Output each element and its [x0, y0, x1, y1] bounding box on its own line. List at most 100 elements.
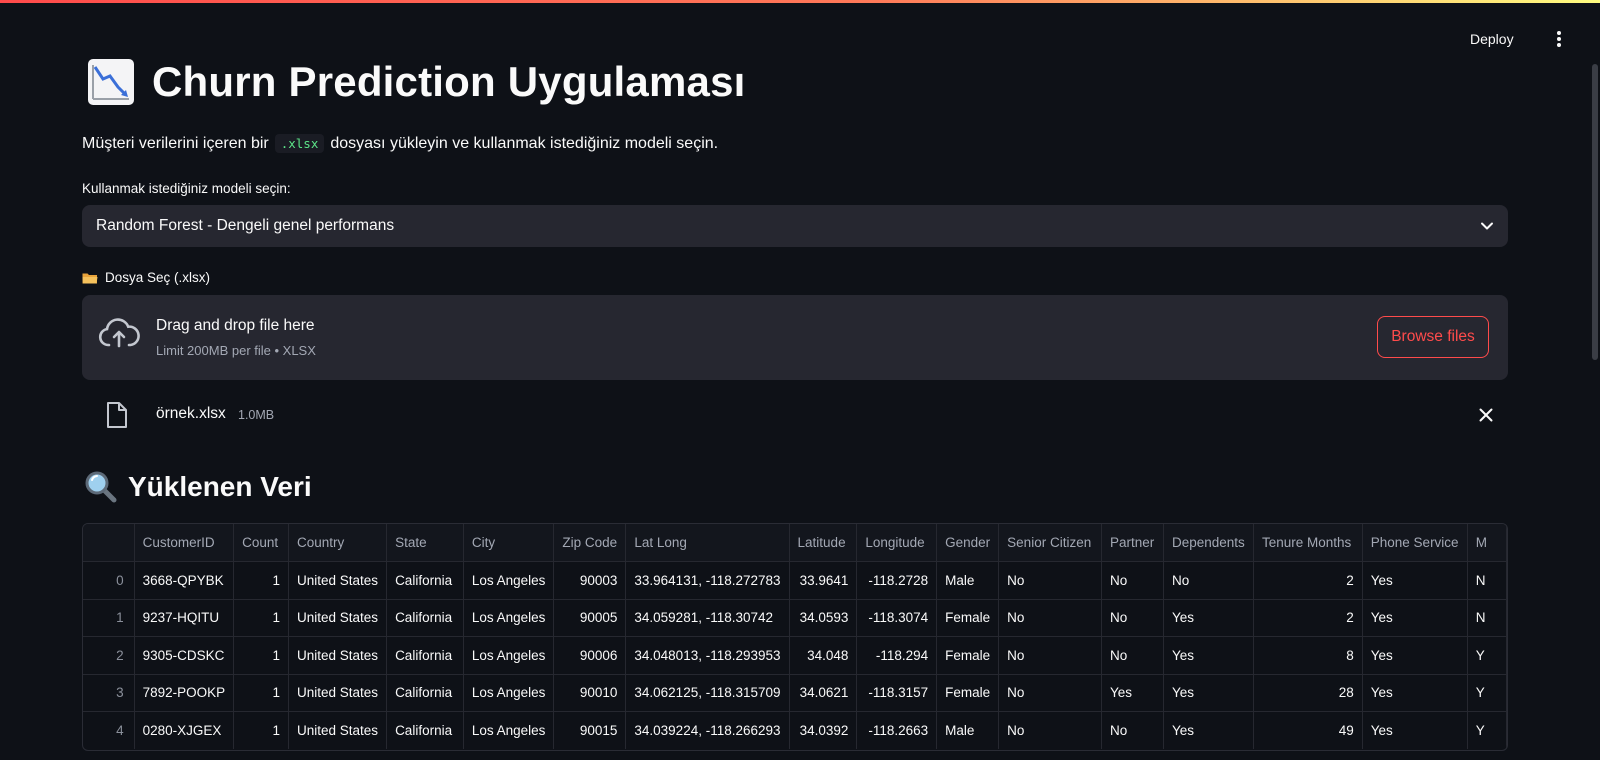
kebab-menu-icon[interactable]	[1549, 28, 1569, 50]
table-cell[interactable]: Yes	[1362, 674, 1468, 712]
row-index[interactable]: 0	[83, 561, 135, 600]
table-column-header[interactable]: Phone Service	[1362, 524, 1468, 562]
table-cell[interactable]: 34.048	[789, 636, 858, 675]
table-cell[interactable]: United States	[288, 599, 388, 637]
table-cell[interactable]: 9237-HQITU	[134, 599, 235, 637]
table-cell[interactable]: 1	[233, 599, 290, 637]
model-select[interactable]: Random Forest - Dengeli genel performans	[82, 205, 1508, 247]
table-cell[interactable]: Y	[1467, 636, 1507, 675]
table-cell[interactable]: No	[998, 599, 1103, 637]
table-cell[interactable]: 90003	[553, 561, 627, 600]
table-cell[interactable]: Yes	[1163, 599, 1254, 637]
table-cell[interactable]: 1	[233, 711, 290, 749]
table-cell[interactable]: No	[1163, 561, 1254, 600]
table-cell[interactable]: California	[386, 674, 464, 712]
table-cell[interactable]: 34.059281, -118.30742	[625, 599, 790, 637]
table-cell[interactable]: -118.3074	[856, 599, 938, 637]
table-cell[interactable]: No	[998, 561, 1103, 600]
table-cell[interactable]: United States	[288, 561, 388, 600]
table-column-header[interactable]: Count	[233, 524, 290, 562]
table-cell[interactable]: -118.3157	[856, 674, 938, 712]
table-column-header[interactable]: Dependents	[1163, 524, 1254, 562]
table-cell[interactable]: Male	[936, 711, 1000, 749]
table-column-header[interactable]: City	[463, 524, 555, 562]
table-cell[interactable]: N	[1467, 561, 1507, 600]
table-cell[interactable]: 3668-QPYBK	[134, 561, 235, 600]
table-cell[interactable]: United States	[288, 636, 388, 675]
table-cell[interactable]: Yes	[1101, 674, 1164, 712]
file-dropzone[interactable]: Drag and drop file here Limit 200MB per …	[82, 295, 1508, 380]
table-cell[interactable]: -118.2728	[856, 561, 938, 600]
table-cell[interactable]: 33.964131, -118.272783	[625, 561, 790, 600]
table-cell[interactable]: No	[998, 636, 1103, 675]
table-cell[interactable]: California	[386, 599, 464, 637]
table-cell[interactable]: United States	[288, 711, 388, 749]
table-column-header[interactable]	[83, 524, 135, 562]
table-cell[interactable]: 34.0593	[789, 599, 858, 637]
row-index[interactable]: 4	[83, 711, 135, 749]
table-cell[interactable]: 34.0621	[789, 674, 858, 712]
table-cell[interactable]: Yes	[1163, 674, 1254, 712]
browse-files-button[interactable]: Browse files	[1377, 316, 1489, 358]
table-cell[interactable]: 0280-XJGEX	[134, 711, 235, 749]
table-cell[interactable]: No	[1101, 636, 1164, 675]
table-cell[interactable]: Los Angeles	[463, 711, 555, 749]
row-index[interactable]: 1	[83, 599, 135, 637]
table-cell[interactable]: Yes	[1163, 636, 1254, 675]
table-cell[interactable]: California	[386, 636, 464, 675]
table-cell[interactable]: 49	[1253, 711, 1363, 749]
table-cell[interactable]: Los Angeles	[463, 674, 555, 712]
table-cell[interactable]: 90005	[553, 599, 627, 637]
table-column-header[interactable]: Tenure Months	[1253, 524, 1363, 562]
table-cell[interactable]: -118.294	[856, 636, 938, 675]
table-cell[interactable]: Yes	[1362, 599, 1468, 637]
page-scrollbar[interactable]	[1592, 64, 1598, 360]
table-column-header[interactable]: Lat Long	[625, 524, 790, 562]
table-cell[interactable]: Y	[1467, 674, 1507, 712]
table-column-header[interactable]: Partner	[1101, 524, 1164, 562]
table-cell[interactable]: 90006	[553, 636, 627, 675]
table-cell[interactable]: 34.048013, -118.293953	[625, 636, 790, 675]
table-cell[interactable]: 8	[1253, 636, 1363, 675]
table-cell[interactable]: 7892-POOKP	[134, 674, 235, 712]
table-cell[interactable]: 28	[1253, 674, 1363, 712]
table-cell[interactable]: California	[386, 711, 464, 749]
data-table[interactable]: CustomerID Count Country State City Zip Code L…	[82, 523, 1508, 751]
table-column-header[interactable]: Senior Citizen	[998, 524, 1103, 562]
table-cell[interactable]: 2	[1253, 599, 1363, 637]
table-cell[interactable]: 34.039224, -118.266293	[625, 711, 790, 749]
close-icon[interactable]	[1478, 407, 1494, 423]
table-cell[interactable]: 90010	[553, 674, 627, 712]
table-column-header[interactable]: M	[1467, 524, 1507, 562]
table-cell[interactable]: -118.2663	[856, 711, 938, 749]
table-cell[interactable]: Female	[936, 636, 1000, 675]
table-column-header[interactable]: CustomerID	[134, 524, 235, 562]
table-column-header[interactable]: Country	[288, 524, 388, 562]
table-cell[interactable]: Yes	[1362, 711, 1468, 749]
table-cell[interactable]: Yes	[1163, 711, 1254, 749]
table-cell[interactable]: No	[1101, 599, 1164, 637]
table-cell[interactable]: N	[1467, 599, 1507, 637]
table-column-header[interactable]: Zip Code	[553, 524, 627, 562]
table-column-header[interactable]: Gender	[936, 524, 1000, 562]
table-cell[interactable]: 1	[233, 674, 290, 712]
table-cell[interactable]: Female	[936, 674, 1000, 712]
table-cell[interactable]: Los Angeles	[463, 599, 555, 637]
table-cell[interactable]: 2	[1253, 561, 1363, 600]
table-cell[interactable]: No	[998, 711, 1103, 749]
table-column-header[interactable]: Longitude	[856, 524, 938, 562]
table-cell[interactable]: Male	[936, 561, 1000, 600]
table-cell[interactable]: 1	[233, 636, 290, 675]
table-cell[interactable]: 90015	[553, 711, 627, 749]
table-cell[interactable]: No	[998, 674, 1103, 712]
row-index[interactable]: 3	[83, 674, 135, 712]
table-cell[interactable]: Yes	[1362, 561, 1468, 600]
table-cell[interactable]: California	[386, 561, 464, 600]
table-cell[interactable]: No	[1101, 561, 1164, 600]
row-index[interactable]: 2	[83, 636, 135, 675]
table-cell[interactable]: 9305-CDSKC	[134, 636, 235, 675]
table-cell[interactable]: Los Angeles	[463, 561, 555, 600]
table-column-header[interactable]: Latitude	[789, 524, 858, 562]
table-cell[interactable]: Y	[1467, 711, 1507, 749]
deploy-button[interactable]: Deploy	[1470, 26, 1514, 52]
